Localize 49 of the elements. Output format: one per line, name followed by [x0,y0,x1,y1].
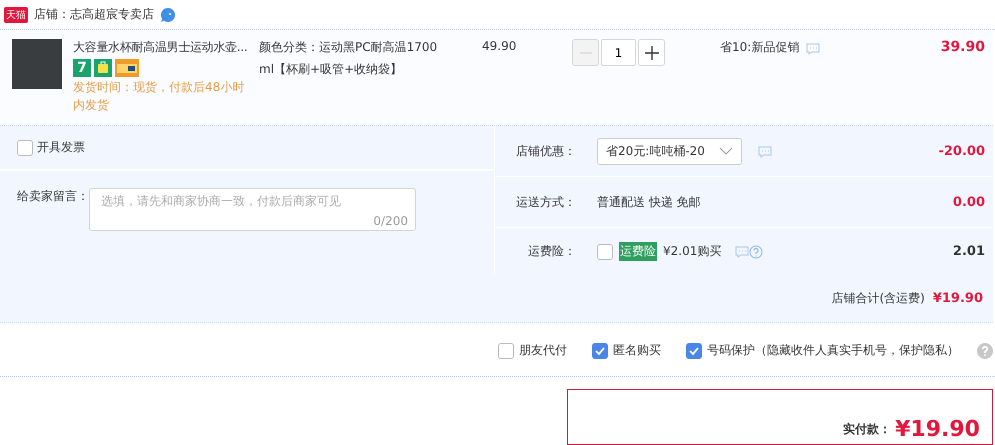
plus-icon [644,46,658,60]
option-label: 匿名购买 [613,342,661,359]
unit-price: 49.90 [482,39,518,53]
item-subtotal: 39.90 [940,39,985,55]
product-title[interactable]: 大容量水杯耐高温男士运动水壶... [73,39,253,55]
option-label: 号码保护（隐藏收件人真实手机号，保护隐私） [707,342,959,359]
comment-icon[interactable] [735,246,750,258]
charge-amount: 0.00 [952,194,985,210]
increase-button[interactable] [638,39,665,66]
seven-day-return-icon: 7 [73,59,91,77]
coupon-dropdown[interactable]: 省20元:吨吨桶-20 [597,138,742,164]
option-checkbox[interactable] [498,342,514,358]
bag-icon [94,59,112,77]
checkmark-icon [688,344,700,356]
shop-total-label: 店铺合计(含运费) [831,290,925,307]
promotion-label: 省10:新品促销 [720,39,800,56]
help-icon[interactable] [977,342,993,358]
tmall-badge: 天猫 [4,6,28,22]
insurance-price: ¥2.01购买 [663,243,722,260]
character-counter: 0/200 [373,214,408,228]
charge-amount: 2.01 [952,244,985,259]
payment-amount: ¥19.90 [895,418,980,442]
card-icon [115,59,139,77]
charge-label: 运送方式： [515,194,576,210]
option-checkbox[interactable] [592,342,608,358]
shop-name[interactable]: 店铺：志高超宸专卖店 [34,6,154,23]
message-label: 给卖家留言： [17,188,89,205]
product-spec: 颜色分类：运动黑PC耐高温1700ml【杯刷+吸管+收纳袋】 [259,39,438,78]
checkmark-icon [594,344,606,356]
comment-icon[interactable] [758,146,772,158]
chat-bubble-icon[interactable] [160,6,176,22]
payment-label: 实付款： [843,421,892,438]
charge-amount: -20.00 [938,144,985,158]
option-checkbox[interactable] [686,342,702,358]
comment-icon[interactable] [806,42,820,54]
shipping-method: 普通配送 快递 免邮 [597,194,701,210]
chevron-down-icon [718,147,733,155]
product-photo-placeholder[interactable] [12,39,62,89]
quantity-field[interactable]: 1 [601,39,636,66]
charge-label: 店铺优惠： [515,142,576,160]
invoice-label: 开具发票 [37,139,85,156]
help-icon[interactable] [749,244,764,258]
insurance-checkbox[interactable] [597,244,613,260]
delivery-time: 发货时间：现货，付款后48小时内发货 [73,79,246,114]
shop-total-amount: ¥19.90 [932,291,983,306]
option-label: 朋友代付 [519,342,567,359]
charge-label: 运费险： [527,243,576,260]
insurance-tag: 运费险 [619,242,657,261]
invoice-checkbox[interactable] [17,140,33,156]
